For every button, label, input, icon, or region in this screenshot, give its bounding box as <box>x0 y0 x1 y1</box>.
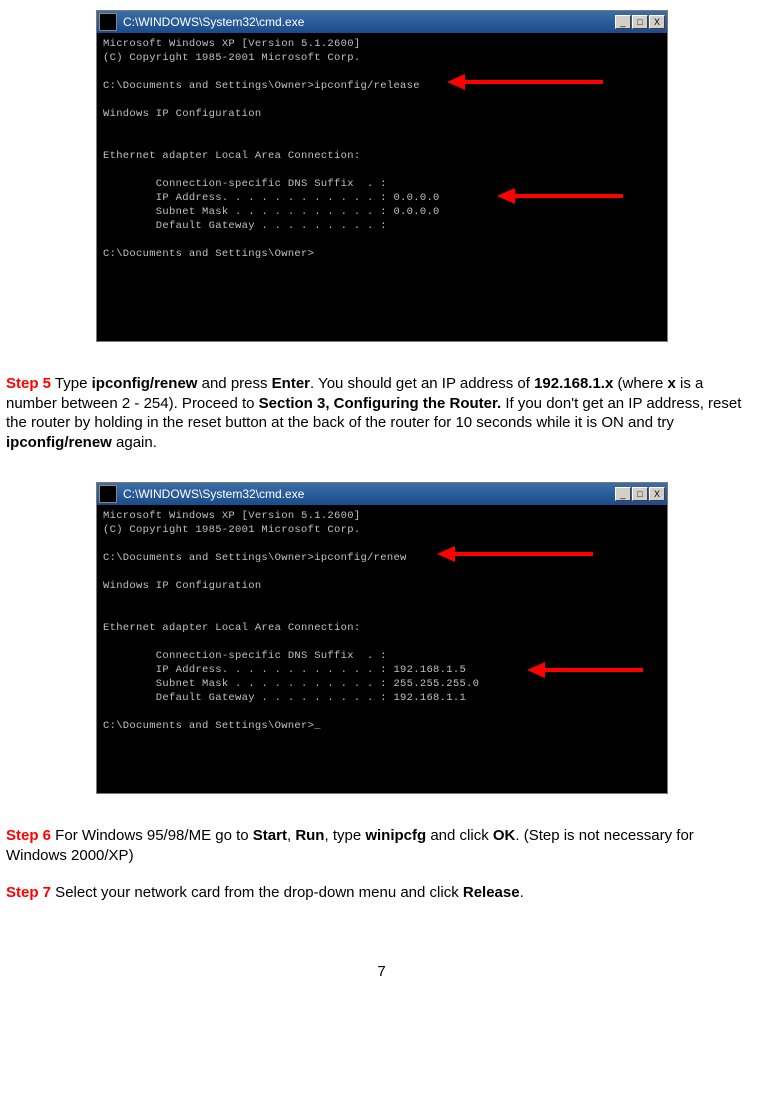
cmd-line <box>103 163 661 177</box>
cmd-line: Subnet Mask . . . . . . . . . . . : 255.… <box>103 677 661 691</box>
window-title: C:\WINDOWS\System32\cmd.exe <box>123 487 615 501</box>
cmd-line: Microsoft Windows XP [Version 5.1.2600] <box>103 37 661 51</box>
arrow-icon <box>447 77 607 87</box>
step6-text: Step 6 For Windows 95/98/ME go to Start,… <box>6 826 757 865</box>
window-title: C:\WINDOWS\System32\cmd.exe <box>123 15 615 29</box>
cmd-line: Windows IP Configuration <box>103 579 661 593</box>
cmd-line: Ethernet adapter Local Area Connection: <box>103 621 661 635</box>
cmd-line: Ethernet adapter Local Area Connection: <box>103 149 661 163</box>
step5-text: Step 5 Type ipconfig/renew and press Ent… <box>6 374 757 452</box>
cmd-line: Connection-specific DNS Suffix . : <box>103 177 661 191</box>
titlebar: C:\WINDOWS\System32\cmd.exe _ □ X <box>97 483 667 505</box>
cmd-line <box>103 607 661 621</box>
cmd-line: Microsoft Windows XP [Version 5.1.2600] <box>103 509 661 523</box>
window-buttons: _ □ X <box>615 15 665 29</box>
cmd-icon <box>99 485 117 503</box>
titlebar: C:\WINDOWS\System32\cmd.exe _ □ X <box>97 11 667 33</box>
close-button[interactable]: X <box>649 15 665 29</box>
close-button[interactable]: X <box>649 487 665 501</box>
minimize-button[interactable]: _ <box>615 487 631 501</box>
cmd-icon <box>99 13 117 31</box>
cmd-line: Subnet Mask . . . . . . . . . . . : 0.0.… <box>103 205 661 219</box>
cmd-line: Connection-specific DNS Suffix . : <box>103 649 661 663</box>
minimize-button[interactable]: _ <box>615 15 631 29</box>
cmd-line: Default Gateway . . . . . . . . . : <box>103 219 661 233</box>
arrow-icon <box>497 191 627 201</box>
arrow-icon <box>527 665 647 675</box>
cmd-line <box>103 593 661 607</box>
cmd-line: Default Gateway . . . . . . . . . : 192.… <box>103 691 661 705</box>
cmd-line: Windows IP Configuration <box>103 107 661 121</box>
maximize-button[interactable]: □ <box>632 15 648 29</box>
cmd-line <box>103 93 661 107</box>
cmd-line: C:\Documents and Settings\Owner> <box>103 247 661 261</box>
step-label: Step 5 <box>6 375 51 392</box>
cmd-window-release: C:\WINDOWS\System32\cmd.exe _ □ X Micros… <box>96 10 668 342</box>
cmd-line <box>103 705 661 719</box>
cmd-line <box>103 121 661 135</box>
step-label: Step 7 <box>6 884 51 901</box>
cmd-line: C:\Documents and Settings\Owner>_ <box>103 719 661 733</box>
cmd-line <box>103 135 661 149</box>
cmd-line <box>103 635 661 649</box>
cmd-line <box>103 565 661 579</box>
step7-text: Step 7 Select your network card from the… <box>6 883 757 903</box>
step-label: Step 6 <box>6 827 51 844</box>
arrow-icon <box>437 549 597 559</box>
cmd-body: Microsoft Windows XP [Version 5.1.2600] … <box>97 505 667 793</box>
cmd-line <box>103 233 661 247</box>
cmd-line: (C) Copyright 1985-2001 Microsoft Corp. <box>103 51 661 65</box>
page-number: 7 <box>6 963 757 980</box>
window-buttons: _ □ X <box>615 487 665 501</box>
maximize-button[interactable]: □ <box>632 487 648 501</box>
cmd-body: Microsoft Windows XP [Version 5.1.2600] … <box>97 33 667 341</box>
cmd-window-renew: C:\WINDOWS\System32\cmd.exe _ □ X Micros… <box>96 482 668 794</box>
cmd-line: (C) Copyright 1985-2001 Microsoft Corp. <box>103 523 661 537</box>
